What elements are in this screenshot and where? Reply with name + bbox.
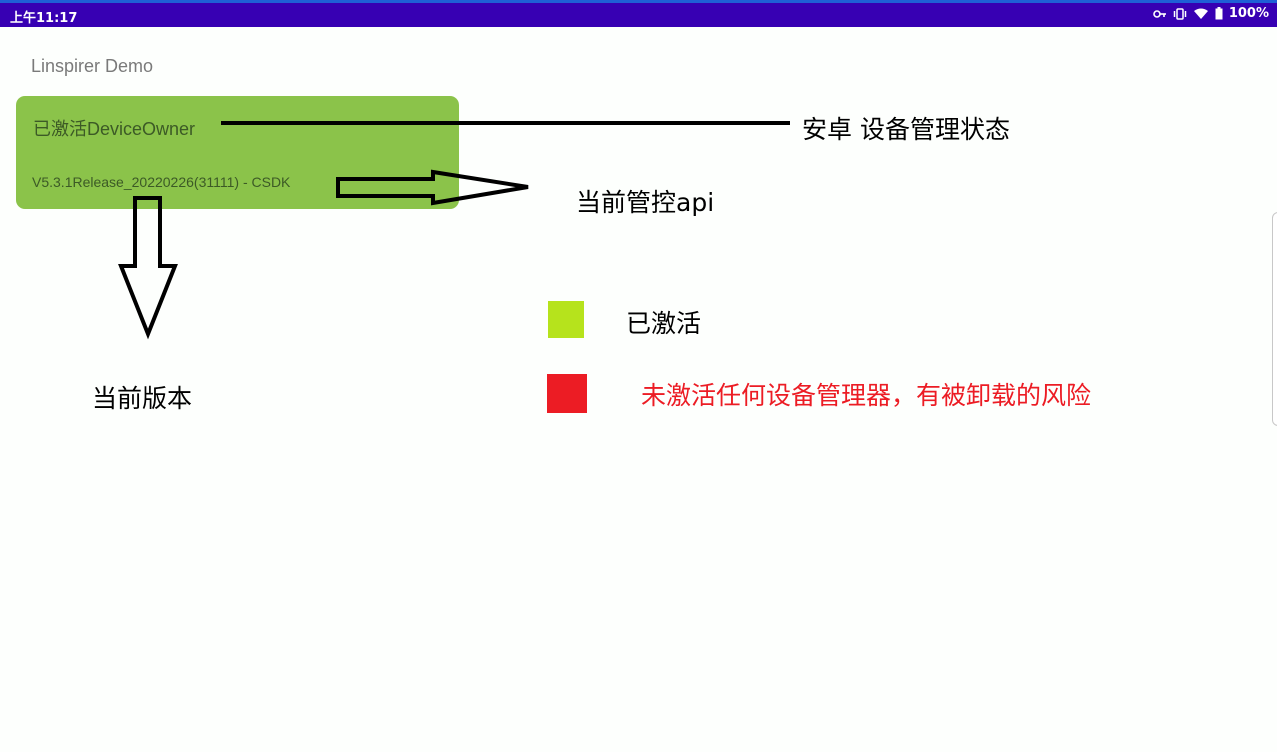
status-icons: 100% xyxy=(1153,6,1269,21)
legend-active-label: 已激活 xyxy=(626,309,702,338)
edge-panel-handle[interactable] xyxy=(1272,212,1277,426)
android-status-annotation: 安卓 设备管理状态 xyxy=(802,115,1010,144)
status-time: 上午11:17 xyxy=(10,11,78,26)
key-icon xyxy=(1153,9,1167,19)
version-arrow xyxy=(118,196,178,340)
device-owner-card[interactable]: 已激活DeviceOwner V5.3.1Release_20220226(31… xyxy=(16,96,459,209)
app-title: Linspirer Demo xyxy=(31,56,154,76)
status-bar: 上午11:17 100% xyxy=(0,3,1277,27)
legend-active-swatch xyxy=(548,301,584,338)
battery-percent: 100% xyxy=(1228,6,1269,21)
vibrate-icon xyxy=(1173,7,1187,20)
version-annotation: 当前版本 xyxy=(92,384,193,413)
legend-inactive-swatch xyxy=(547,374,587,413)
legend-inactive-label: 未激活任何设备管理器，有被卸载的风险 xyxy=(641,381,1092,410)
api-annotation: 当前管控api xyxy=(576,188,715,217)
app-version-label: V5.3.1Release_20220226(31111) - CSDK xyxy=(32,174,291,190)
battery-icon xyxy=(1215,7,1223,20)
device-owner-status: 已激活DeviceOwner xyxy=(33,119,196,139)
wifi-icon xyxy=(1193,8,1209,20)
